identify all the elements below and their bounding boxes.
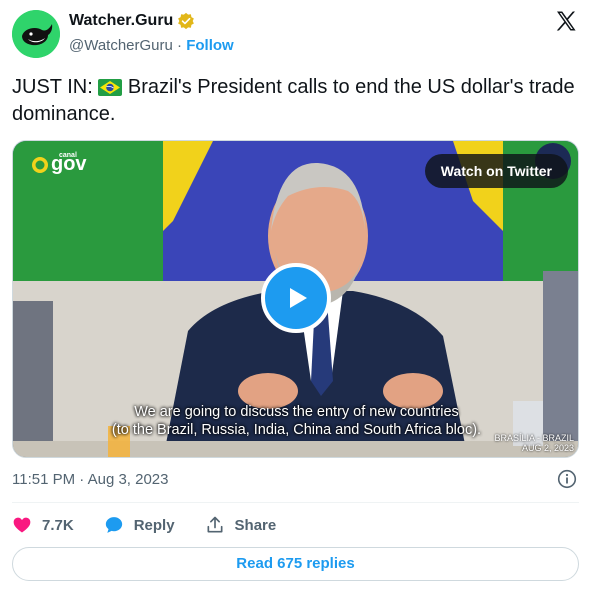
x-logo-icon[interactable]	[554, 9, 578, 33]
tweet-text-body: Brazil's President calls to end the US d…	[12, 76, 575, 125]
follow-button[interactable]: Follow	[186, 37, 234, 54]
handle-row: @WatcherGuru · Follow	[69, 37, 234, 54]
author-name-row[interactable]: Watcher.Guru	[69, 12, 195, 30]
tweet-text: JUST IN: Brazil's President calls to end…	[12, 74, 582, 128]
gov-logo-icon	[32, 156, 48, 173]
date-overlay-text: AUG 2, 2023	[521, 443, 574, 453]
author-handle[interactable]: @WatcherGuru	[69, 37, 173, 54]
action-bar: 7.7K Reply Share	[12, 512, 306, 538]
location-overlay: BRASÍLIA - BRAZIL AUG 2, 2023	[494, 433, 574, 453]
reply-label: Reply	[133, 516, 175, 534]
like-button[interactable]: 7.7K	[12, 515, 74, 535]
whale-logo-icon	[12, 10, 60, 58]
divider	[12, 502, 579, 503]
location-text: BRASÍLIA - BRAZIL	[494, 433, 574, 443]
video-player[interactable]: canal gov Watch on Twitter We are going …	[12, 140, 579, 458]
channel-brand-text: gov	[51, 153, 87, 175]
play-button[interactable]	[261, 263, 331, 333]
share-label: Share	[234, 516, 277, 534]
watch-on-twitter-button[interactable]: Watch on Twitter	[424, 154, 568, 188]
author-display-name[interactable]: Watcher.Guru	[69, 12, 173, 30]
tweet-text-prefix: JUST IN:	[12, 76, 93, 98]
play-icon	[290, 288, 307, 308]
verified-badge-icon	[178, 12, 195, 30]
share-button[interactable]: Share	[205, 515, 277, 535]
reply-button[interactable]: Reply	[104, 515, 175, 535]
heart-icon	[13, 517, 31, 533]
brazil-flag-icon	[98, 79, 123, 96]
tweet-timestamp[interactable]: 11:51 PM · Aug 3, 2023	[12, 471, 169, 488]
avatar[interactable]	[12, 10, 60, 58]
like-count: 7.7K	[42, 516, 74, 534]
tweet-embed-card: Watcher.Guru @WatcherGuru · Follow JUST …	[0, 0, 596, 596]
read-replies-button[interactable]: Read 675 replies	[12, 547, 579, 581]
share-upload-icon	[207, 516, 223, 533]
info-icon[interactable]	[557, 469, 577, 489]
separator-dot: ·	[177, 37, 183, 54]
channel-brand: gov	[31, 153, 87, 176]
video-caption-line-1: We are going to discuss the entry of new…	[134, 404, 459, 420]
reply-bubble-icon	[105, 517, 122, 533]
